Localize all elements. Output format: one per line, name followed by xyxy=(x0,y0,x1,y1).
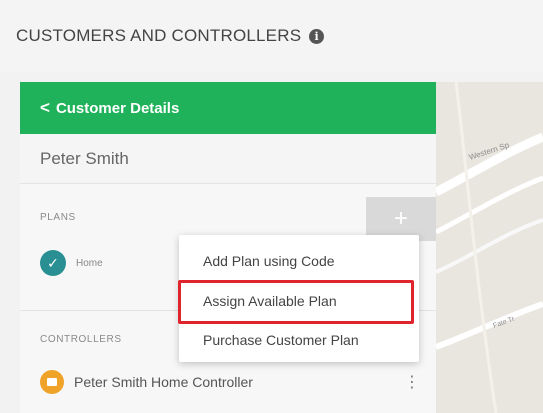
map-roads: Western Sp Fate Tr xyxy=(436,82,543,413)
panel-header: < Customer Details xyxy=(20,82,436,134)
controllers-section-label: CONTROLLERS xyxy=(40,334,122,345)
menu-item-add-plan-using-code[interactable]: Add Plan using Code xyxy=(179,243,419,279)
plans-section-label: PLANS xyxy=(40,212,76,223)
controller-icon xyxy=(40,370,64,394)
page-title-text: CUSTOMERS AND CONTROLLERS xyxy=(16,26,302,45)
controller-item[interactable]: Peter Smith Home Controller ⋮ xyxy=(40,370,420,394)
more-options-icon[interactable]: ⋮ xyxy=(404,372,420,392)
highlight-box xyxy=(178,280,414,324)
controller-name: Peter Smith Home Controller xyxy=(74,374,253,390)
info-icon[interactable]: i xyxy=(309,28,325,44)
check-icon: ✓ xyxy=(40,250,66,276)
page-title: CUSTOMERS AND CONTROLLERS i xyxy=(16,26,325,46)
menu-item-purchase-customer-plan[interactable]: Purchase Customer Plan xyxy=(179,322,419,358)
map-view[interactable]: Western Sp Fate Tr xyxy=(436,82,543,413)
back-button-label[interactable]: Customer Details xyxy=(56,100,179,117)
customer-name: Peter Smith xyxy=(20,134,436,184)
plan-name: Home xyxy=(76,257,103,269)
plan-item[interactable]: ✓ Home xyxy=(40,250,103,276)
back-chevron-icon[interactable]: < xyxy=(40,98,50,118)
